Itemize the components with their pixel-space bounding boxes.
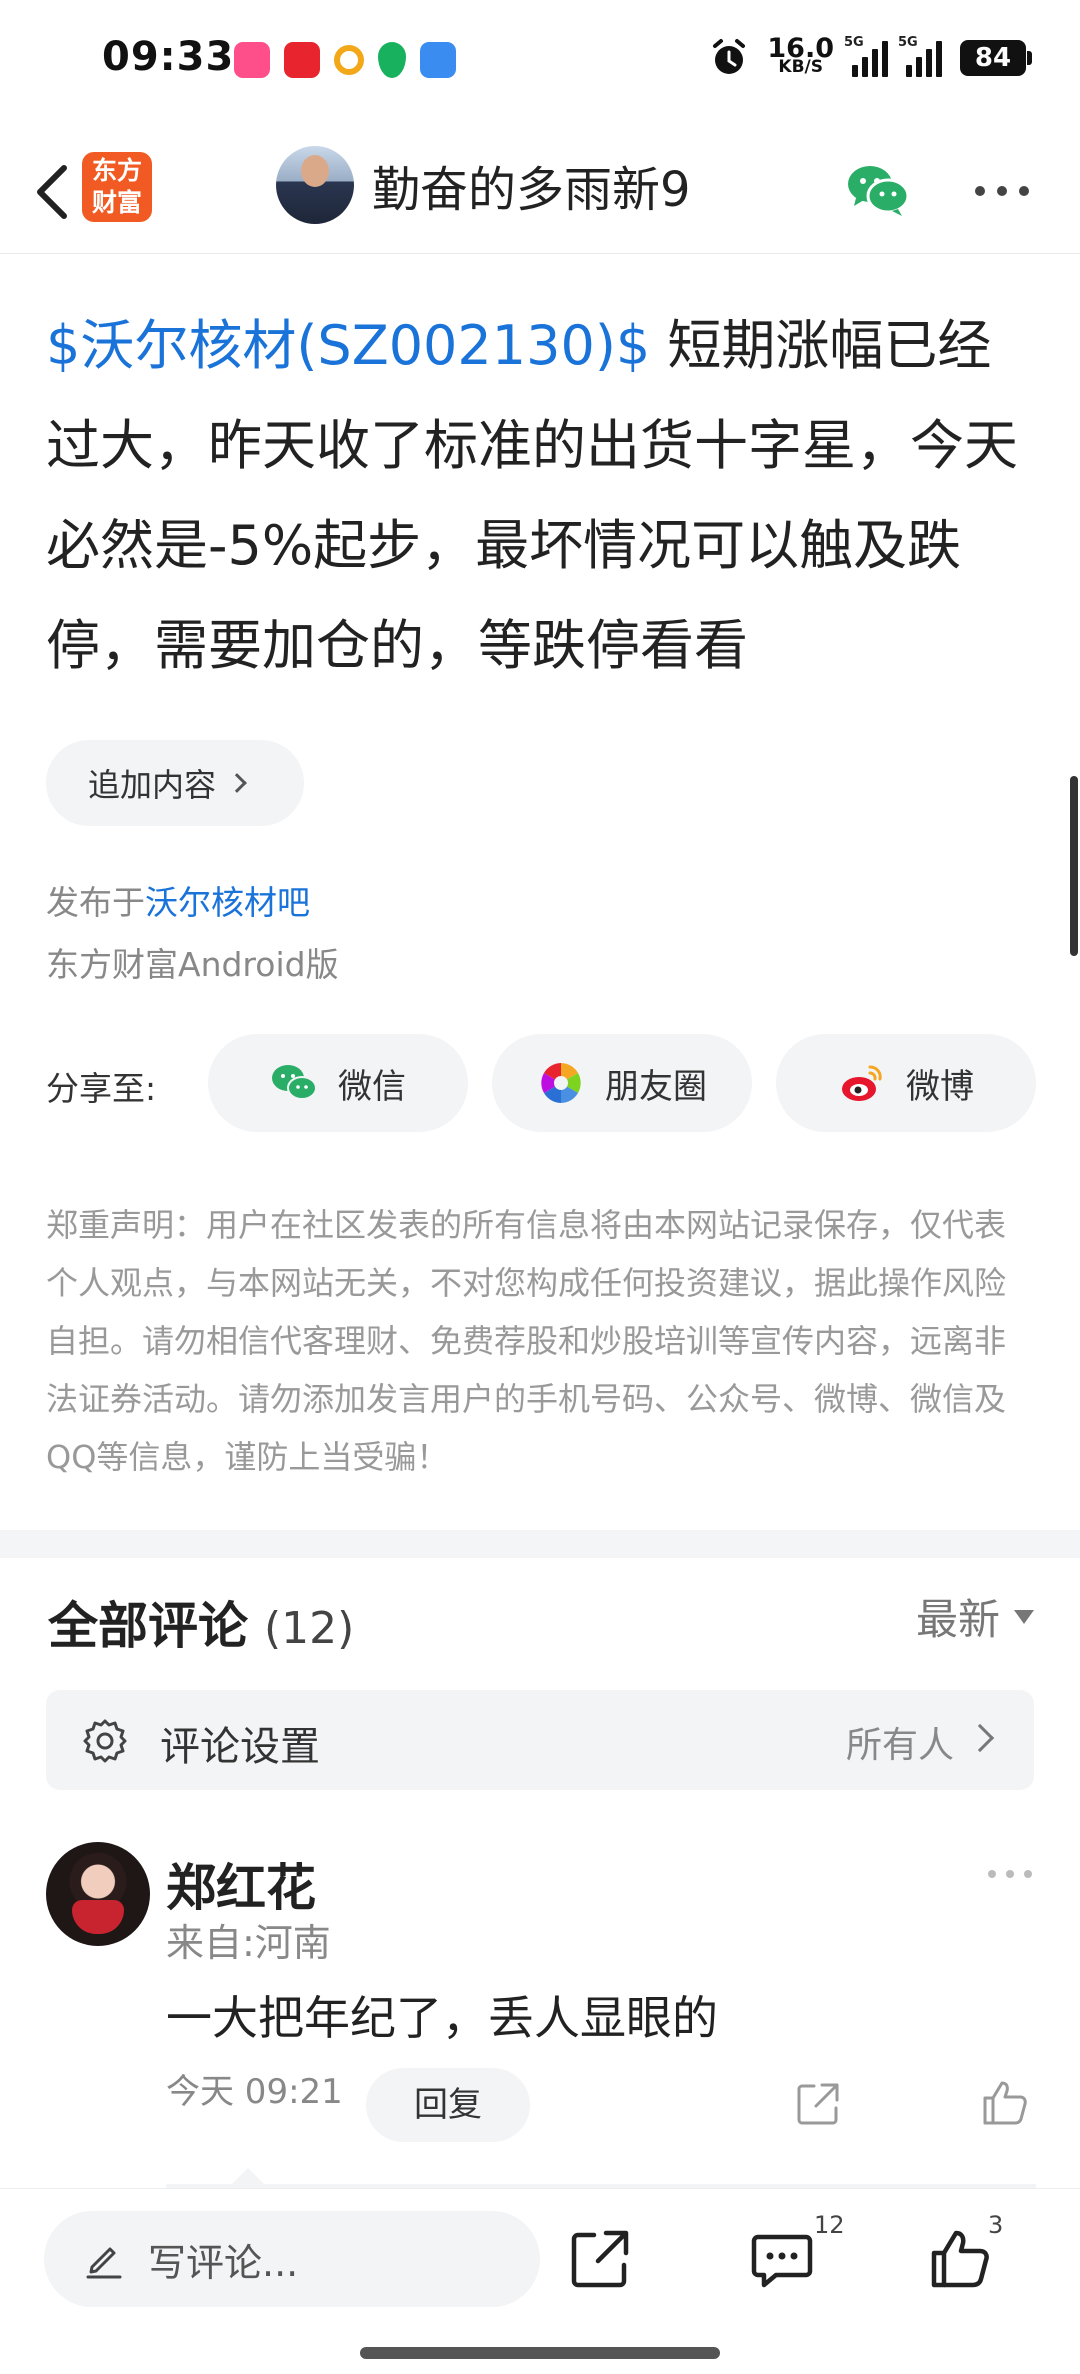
comment-text: 一大把年纪了，丢人显眼的: [166, 1991, 718, 2045]
share-wechat-button[interactable]: 微信: [208, 1034, 468, 1132]
security-shield-icon: [378, 42, 406, 78]
more-options-button[interactable]: [970, 166, 1034, 216]
signal-strength-icon: 5G: [844, 35, 888, 77]
write-comment-input[interactable]: 写评论...: [44, 2211, 540, 2307]
status-indicators: 16.0 KB/S 5G 5G 84: [709, 33, 1032, 78]
sort-dropdown[interactable]: 最新: [916, 1586, 1034, 1647]
write-comment-placeholder: 写评论...: [148, 2240, 299, 2285]
commenter-name[interactable]: 郑红花: [166, 1848, 316, 1920]
bottom-action-bar: 写评论... 12 3: [0, 2188, 1080, 2374]
wechat-icon: [848, 166, 910, 216]
weather-icon: [420, 42, 456, 78]
alarm-icon: [713, 39, 746, 74]
chevron-right-icon: [227, 773, 247, 793]
home-indicator[interactable]: [360, 2347, 720, 2359]
gear-icon: [83, 1719, 127, 1763]
xiaohongshu-icon: [284, 42, 320, 78]
author-avatar[interactable]: [276, 146, 354, 224]
forum-link[interactable]: 沃尔核材吧: [145, 883, 310, 922]
append-content-button[interactable]: 追加内容: [46, 740, 304, 826]
like-count-badge: 3: [988, 2211, 1004, 2239]
comments-title: 全部评论 (12): [48, 1597, 355, 1655]
comment-item: 郑红花 来自:河南 一大把年纪了，丢人显眼的 今天 09:21 回复: [46, 1842, 1034, 2182]
network-speed: 16.0 KB/S: [767, 33, 834, 77]
section-divider: [0, 1530, 1080, 1558]
post-body: $沃尔核材(SZ002130)$ 短期涨幅已经过大，昨天收了标准的出货十字星，今…: [46, 296, 1042, 696]
share-icon[interactable]: [794, 2080, 842, 2128]
post-header: 东方 财富 勤奋的多雨新9: [0, 130, 1080, 254]
battery-icon: 84: [960, 40, 1032, 76]
disclaimer-text: 郑重声明：用户在社区发表的所有信息将由本网站记录保存，仅代表个人观点，与本网站无…: [46, 1206, 1007, 1476]
dropdown-triangle-icon: [1014, 1609, 1034, 1624]
scrollbar[interactable]: [1070, 776, 1078, 956]
weibo-icon: [842, 1065, 882, 1101]
stock-link[interactable]: $沃尔核材(SZ002130)$: [46, 314, 650, 377]
more-dots-icon[interactable]: [986, 1866, 1034, 1882]
moments-icon: [541, 1063, 581, 1103]
share-row: 分享至: 微信 朋友圈 微博: [46, 1034, 1036, 1134]
browser-icon: [334, 45, 364, 75]
comment-button[interactable]: [750, 2227, 814, 2291]
share-label: 分享至:: [46, 1069, 157, 1108]
author-info[interactable]: 勤奋的多雨新9: [276, 146, 691, 224]
comments-count: (12): [264, 1603, 355, 1654]
comment-settings-row[interactable]: 评论设置 所有人: [46, 1690, 1034, 1790]
share-weibo-button[interactable]: 微博: [776, 1034, 1036, 1132]
comment-settings-value: 所有人: [845, 1725, 954, 1766]
share-moments-button[interactable]: 朋友圈: [492, 1034, 752, 1132]
share-button[interactable]: [568, 2227, 632, 2291]
client-source: 东方财富Android版: [46, 945, 339, 984]
eastmoney-logo[interactable]: 东方 财富: [82, 152, 152, 222]
author-username[interactable]: 勤奋的多雨新9: [372, 150, 691, 220]
back-button[interactable]: [24, 160, 84, 224]
comment-settings-label: 评论设置: [160, 1724, 320, 1770]
commenter-location: 来自:河南: [166, 1921, 331, 1965]
status-time: 09:33: [102, 34, 235, 80]
like-button[interactable]: [928, 2227, 992, 2291]
comment-time: 今天 09:21: [166, 2072, 343, 2112]
signal-strength-icon: 5G: [898, 35, 942, 77]
reply-button[interactable]: 回复: [366, 2068, 530, 2142]
more-dots-icon: [975, 186, 1029, 196]
commenter-avatar[interactable]: [46, 1842, 150, 1946]
chevron-right-icon: [965, 1723, 995, 1753]
pencil-icon: [86, 2247, 122, 2279]
wechat-share-button[interactable]: [846, 160, 910, 220]
comment-count-badge: 12: [814, 2211, 845, 2239]
status-bar: 09:33 16.0 KB/S 5G 5G 84: [0, 0, 1080, 120]
wechat-icon: [272, 1065, 317, 1100]
bilibili-icon: [234, 42, 270, 78]
thumbs-up-icon[interactable]: [980, 2078, 1030, 2128]
notification-icons: [234, 42, 456, 78]
chevron-left-icon: [37, 165, 67, 219]
published-in: 发布于沃尔核材吧: [46, 883, 310, 922]
